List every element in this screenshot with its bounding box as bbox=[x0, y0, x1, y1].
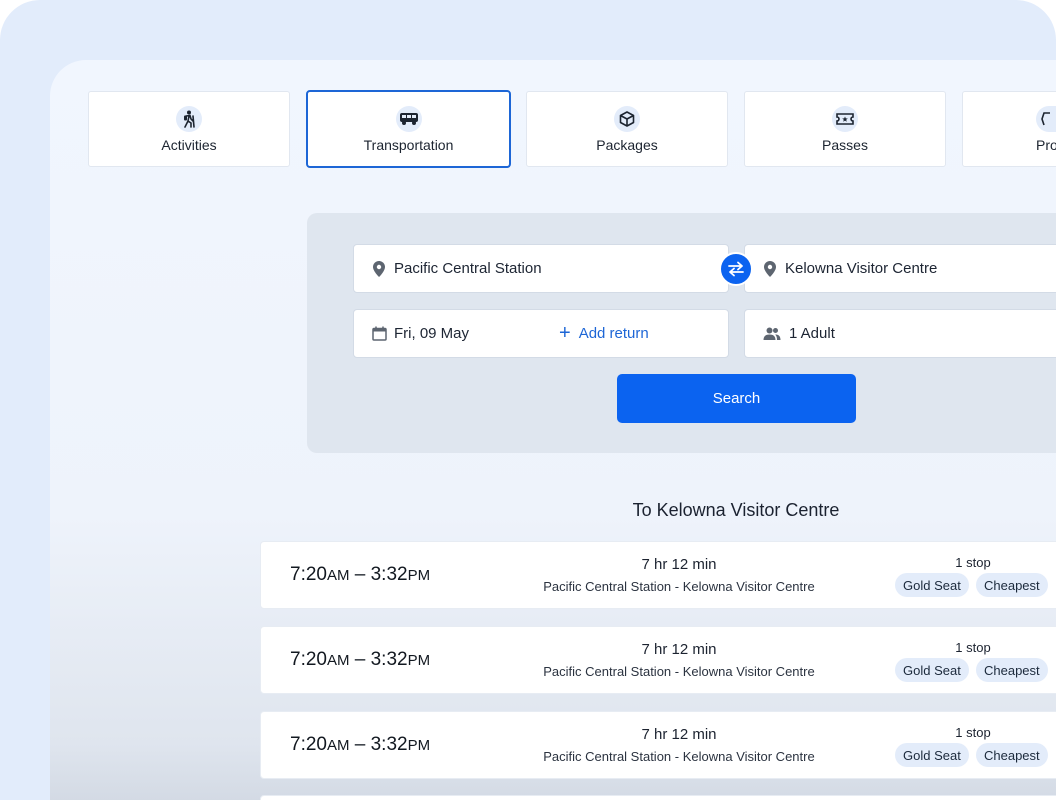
calendar-icon bbox=[371, 326, 387, 342]
tab-label: Pro bbox=[1036, 136, 1056, 153]
add-return-label: Add return bbox=[578, 324, 649, 342]
ticket-icon bbox=[832, 105, 858, 132]
badge-gold-seat: Gold Seat bbox=[895, 658, 969, 682]
tab-label: Transportation bbox=[363, 136, 454, 153]
add-return-button[interactable]: + Add return bbox=[559, 321, 649, 345]
trip-stops: 1 stop bbox=[955, 555, 991, 570]
tab-activities[interactable]: Activities bbox=[88, 91, 290, 167]
badge-cheapest: Cheapest bbox=[976, 658, 1048, 682]
trip-stops: 1 stop bbox=[955, 640, 991, 655]
trip-row[interactable]: 7:20AM – 3:32PM 7 hr 12 min Pacific Cent… bbox=[260, 711, 1056, 779]
tab-pro[interactable]: Pro bbox=[962, 91, 1056, 167]
date-value: Fri, 09 May bbox=[394, 325, 470, 342]
origin-value: Pacific Central Station bbox=[394, 260, 542, 277]
tab-label: Packages bbox=[596, 136, 658, 153]
passengers-value: 1 Adult bbox=[789, 325, 835, 342]
trip-row[interactable]: 7:20AM – 3:32PM 7 hr 12 min Pacific Cent… bbox=[260, 626, 1056, 694]
tab-transportation[interactable]: Transportation bbox=[306, 90, 511, 168]
trip-times: 7:20AM – 3:32PM bbox=[290, 649, 431, 670]
results-title: To Kelowna Visitor Centre bbox=[632, 500, 840, 520]
trip-stops: 1 stop bbox=[955, 725, 991, 740]
trip-duration: 7 hr 12 min bbox=[641, 726, 717, 743]
tab-label: Passes bbox=[822, 136, 868, 153]
hiking-icon bbox=[176, 105, 202, 132]
origin-field[interactable]: Pacific Central Station bbox=[353, 244, 729, 293]
package-icon bbox=[614, 105, 640, 132]
plus-icon: + bbox=[559, 322, 571, 344]
trip-duration: 7 hr 12 min bbox=[641, 556, 717, 573]
destination-value: Kelowna Visitor Centre bbox=[785, 260, 938, 277]
trip-row[interactable] bbox=[260, 795, 1056, 800]
badge-gold-seat: Gold Seat bbox=[895, 573, 969, 597]
badge-cheapest: Cheapest bbox=[976, 743, 1048, 767]
search-button[interactable]: Search bbox=[617, 374, 856, 423]
swap-button[interactable] bbox=[719, 252, 753, 286]
trip-duration: 7 hr 12 min bbox=[641, 641, 717, 658]
tab-label: Activities bbox=[161, 136, 217, 153]
trip-row[interactable]: 7:20AM – 3:32PM 7 hr 12 min Pacific Cent… bbox=[260, 541, 1056, 609]
tab-packages[interactable]: Packages bbox=[526, 91, 728, 167]
badge-gold-seat: Gold Seat bbox=[895, 743, 969, 767]
passengers-field[interactable]: 1 Adult bbox=[744, 309, 1056, 358]
tab-passes[interactable]: Passes bbox=[744, 91, 946, 167]
bus-icon bbox=[395, 105, 422, 132]
trip-times: 7:20AM – 3:32PM bbox=[290, 734, 431, 755]
destination-field[interactable]: Kelowna Visitor Centre bbox=[744, 244, 1056, 293]
badge-cheapest: Cheapest bbox=[976, 573, 1048, 597]
swap-arrows-icon bbox=[728, 261, 744, 277]
people-icon bbox=[762, 326, 782, 342]
tag-icon bbox=[1036, 105, 1056, 132]
trip-route: Pacific Central Station - Kelowna Visito… bbox=[543, 664, 815, 679]
location-pin-icon bbox=[371, 260, 387, 277]
date-field[interactable]: Fri, 09 May bbox=[353, 309, 729, 358]
trip-times: 7:20AM – 3:32PM bbox=[290, 564, 431, 585]
trip-route: Pacific Central Station - Kelowna Visito… bbox=[543, 579, 815, 594]
trip-route: Pacific Central Station - Kelowna Visito… bbox=[543, 749, 815, 764]
location-pin-icon bbox=[762, 260, 778, 277]
